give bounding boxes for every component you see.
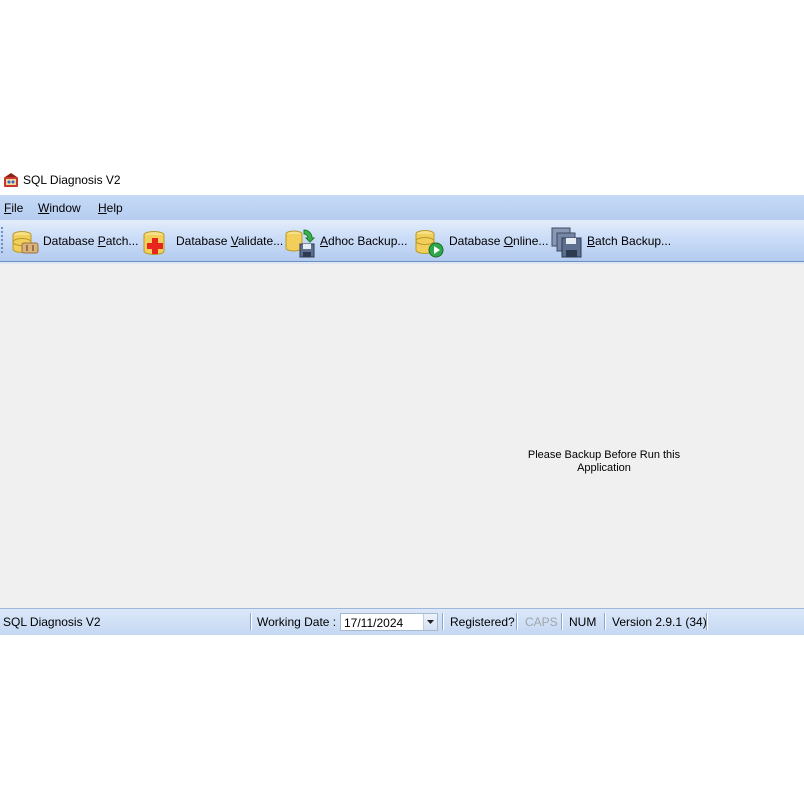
- status-bar: SQL Diagnosis V2 Working Date : 17/11/20…: [0, 608, 804, 635]
- sql-diagnosis-app-icon: [4, 173, 18, 187]
- title-bar[interactable]: SQL Diagnosis V2: [0, 168, 804, 195]
- database-online-icon: [415, 230, 444, 258]
- menu-file[interactable]: File: [4, 201, 23, 215]
- toolbar-grip-handle[interactable]: [1, 227, 5, 253]
- database-patch-button[interactable]: Database Patch...: [8, 220, 139, 261]
- database-patch-icon: [12, 231, 39, 254]
- version-label: Version 2.9.1 (34): [612, 615, 707, 629]
- main-window: SQL Diagnosis V2 File Window Help Databa…: [0, 168, 804, 636]
- backup-warning-line1: Please Backup Before Run this: [527, 449, 681, 461]
- adhoc-backup-button[interactable]: Adhoc Backup...: [284, 220, 410, 261]
- backup-warning-line2: Application: [577, 462, 631, 474]
- status-separator: [442, 613, 443, 630]
- status-separator: [250, 613, 251, 630]
- working-date-value: 17/11/2024: [344, 616, 404, 630]
- status-separator: [706, 613, 707, 630]
- status-separator: [561, 613, 562, 630]
- working-date-picker[interactable]: 17/11/2024: [340, 613, 438, 631]
- status-separator: [604, 613, 605, 630]
- database-online-button[interactable]: Database Online...: [414, 220, 548, 261]
- backup-warning-text: Please Backup Before Run this Applicatio…: [520, 449, 688, 475]
- menu-bar: File Window Help: [0, 195, 804, 220]
- caps-lock-indicator: CAPS: [525, 615, 558, 629]
- mdi-client-area[interactable]: Please Backup Before Run this Applicatio…: [0, 264, 804, 608]
- status-separator: [516, 613, 517, 630]
- window-title: SQL Diagnosis V2: [23, 173, 121, 187]
- num-lock-indicator: NUM: [569, 615, 597, 629]
- registered-status[interactable]: Registered?: [450, 615, 515, 629]
- status-app-name: SQL Diagnosis V2: [3, 615, 101, 629]
- chevron-down-icon: [427, 620, 434, 624]
- menu-window[interactable]: Window: [38, 201, 81, 215]
- batch-backup-icon: [551, 227, 582, 258]
- date-dropdown-button[interactable]: [423, 614, 437, 630]
- toolbar: Database Patch... Database Validate... A…: [0, 220, 804, 262]
- adhoc-backup-icon: [285, 229, 316, 258]
- database-patch-label: Database Patch...: [43, 234, 139, 248]
- database-validate-icon: [143, 231, 165, 255]
- database-validate-button[interactable]: Database Validate...: [140, 220, 284, 261]
- database-online-label: Database Online...: [449, 234, 549, 248]
- menu-help[interactable]: Help: [98, 201, 123, 215]
- working-date-label: Working Date :: [257, 615, 337, 629]
- database-validate-label: Database Validate...: [176, 234, 284, 248]
- adhoc-backup-label: Adhoc Backup...: [320, 234, 408, 248]
- batch-backup-button[interactable]: Batch Backup...: [551, 220, 675, 261]
- batch-backup-label: Batch Backup...: [587, 234, 672, 248]
